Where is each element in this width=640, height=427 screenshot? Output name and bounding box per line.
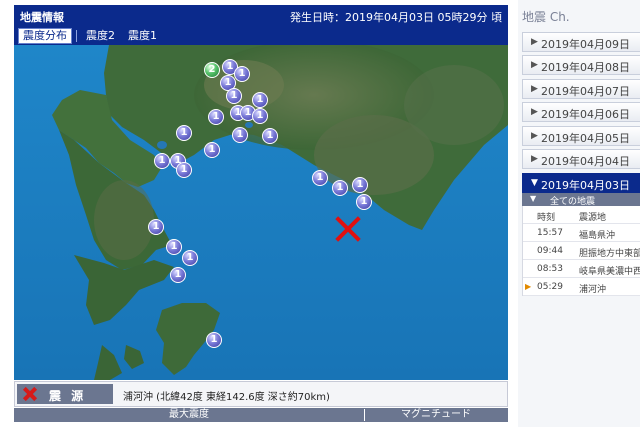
- occurrence-time-label: 発生日時：: [290, 11, 346, 24]
- intensity-1-marker[interactable]: 1: [182, 250, 198, 266]
- intensity-1-marker[interactable]: 1: [352, 177, 368, 193]
- epicenter-label: 震 源: [49, 389, 87, 403]
- intensity-1-marker[interactable]: 1: [252, 108, 268, 124]
- date-item-0405[interactable]: ▶ 2019年04月05日: [522, 126, 640, 146]
- date-item-0403[interactable]: ▼ 2019年04月03日: [522, 173, 640, 193]
- date-item-0406[interactable]: ▶ 2019年04月06日: [522, 102, 640, 122]
- event-time: 08:53: [537, 264, 563, 274]
- triangle-right-icon: ▶: [531, 60, 538, 70]
- date-label: 2019年04月07日: [541, 85, 630, 98]
- intensity-1-marker[interactable]: 1: [170, 267, 186, 283]
- intensity-tabs: 震度分布 震度2 震度1: [14, 27, 508, 45]
- intensity-1-marker[interactable]: 1: [176, 162, 192, 178]
- intensity-1-marker[interactable]: 1: [234, 66, 250, 82]
- summary-header: 最大震度 マグニチュード: [14, 408, 508, 422]
- triangle-right-icon: ▶: [531, 37, 538, 47]
- event-place: 岐阜県美濃中西部: [579, 267, 640, 277]
- triangle-right-icon: ▶: [531, 84, 538, 94]
- event-time: 05:29: [537, 282, 563, 292]
- intensity-1-marker[interactable]: 1: [332, 180, 348, 196]
- earthquake-info-panel: 地震情報 発生日時：2019年04月03日 05時29分 頃 震度分布 震度2 …: [14, 0, 508, 427]
- intensity-1-marker[interactable]: 1: [208, 109, 224, 125]
- history-sidebar: 地震 Ch. ▶ 2019年04月09日 ▶ 2019年04月08日 ▶ 201…: [518, 0, 640, 427]
- list-item[interactable]: 08:53 岐阜県美濃中西部: [523, 260, 640, 278]
- epicenter-info: 震 源 浦河沖 (北緯42度 東経142.6度 深さ約70km): [14, 381, 508, 407]
- date-item-0404[interactable]: ▶ 2019年04月04日: [522, 149, 640, 169]
- event-time: 09:44: [537, 246, 563, 256]
- list-item[interactable]: 09:44 胆振地方中東部: [523, 242, 640, 260]
- date-label: 2019年04月05日: [541, 132, 630, 145]
- intensity-1-marker[interactable]: 1: [262, 128, 278, 144]
- date-label: 2019年04月06日: [541, 108, 630, 121]
- triangle-down-icon: ▼: [530, 194, 537, 203]
- triangle-down-icon: ▼: [531, 178, 538, 188]
- intensity-1-marker[interactable]: 1: [204, 142, 220, 158]
- epicenter-label-box: 震 源: [17, 384, 113, 404]
- tab-intensity-2[interactable]: 震度2: [82, 28, 119, 44]
- event-time: 15:57: [537, 228, 563, 238]
- event-place: 胆振地方中東部: [579, 249, 640, 259]
- list-header: 時刻 震源地: [523, 206, 640, 224]
- all-earthquakes-filter[interactable]: ▼ 全ての地震: [522, 193, 640, 207]
- sidebar-title: 地震 Ch.: [522, 10, 570, 24]
- epicenter-icon: [334, 215, 362, 243]
- epicenter-cross-icon: [22, 386, 38, 402]
- tab-separator: [76, 30, 77, 42]
- date-item-0407[interactable]: ▶ 2019年04月07日: [522, 79, 640, 99]
- intensity-map[interactable]: 2 1 1 1 1 1 1 1 1 1 1 1 1 1 1 1 1 1 1 1 …: [14, 45, 508, 380]
- list-item[interactable]: 15:57 福島県沖: [523, 224, 640, 242]
- time-column-header: 時刻: [537, 213, 556, 223]
- intensity-1-marker[interactable]: 1: [356, 194, 372, 210]
- intensity-1-marker[interactable]: 1: [226, 88, 242, 104]
- summary-separator: [364, 409, 365, 421]
- current-indicator-icon: ▶: [525, 282, 532, 291]
- triangle-right-icon: ▶: [531, 107, 538, 117]
- event-place: 福島県沖: [579, 231, 616, 241]
- intensity-1-marker[interactable]: 1: [232, 127, 248, 143]
- intensity-1-marker[interactable]: 1: [252, 92, 268, 108]
- place-column-header: 震源地: [579, 213, 607, 223]
- intensity-1-marker[interactable]: 1: [312, 170, 328, 186]
- triangle-right-icon: ▶: [531, 154, 538, 164]
- date-label: 2019年04月03日: [541, 179, 630, 192]
- magnitude-heading: マグニチュード: [401, 409, 471, 420]
- epicenter-details: 浦河沖 (北緯42度 東経142.6度 深さ約70km): [123, 392, 330, 403]
- tab-intensity-distribution[interactable]: 震度分布: [18, 28, 72, 44]
- intensity-1-marker[interactable]: 1: [148, 219, 164, 235]
- occurrence-time-value: 2019年04月03日 05時29分 頃: [345, 11, 502, 24]
- intensity-1-marker[interactable]: 1: [154, 153, 170, 169]
- intensity-1-marker[interactable]: 1: [176, 125, 192, 141]
- date-item-0409[interactable]: ▶ 2019年04月09日: [522, 32, 640, 52]
- earthquake-list: 時刻 震源地 15:57 福島県沖 09:44 胆振地方中東部 08:53 岐阜…: [522, 206, 640, 296]
- header-bar: 地震情報 発生日時：2019年04月03日 05時29分 頃: [14, 5, 508, 27]
- max-intensity-heading: 最大震度: [169, 409, 209, 420]
- triangle-right-icon: ▶: [531, 131, 538, 141]
- app-root: 地震情報 発生日時：2019年04月03日 05時29分 頃 震度分布 震度2 …: [0, 0, 640, 427]
- intensity-1-marker[interactable]: 1: [166, 239, 182, 255]
- tab-intensity-1[interactable]: 震度1: [124, 28, 161, 44]
- intensity-1-marker[interactable]: 1: [206, 332, 222, 348]
- date-label: 2019年04月09日: [541, 38, 630, 51]
- intensity-2-marker[interactable]: 2: [204, 62, 220, 78]
- date-item-0408[interactable]: ▶ 2019年04月08日: [522, 55, 640, 75]
- event-place: 浦河沖: [579, 285, 607, 295]
- date-label: 2019年04月08日: [541, 61, 630, 74]
- date-label: 2019年04月04日: [541, 155, 630, 168]
- occurrence-time: 発生日時：2019年04月03日 05時29分 頃: [290, 9, 502, 25]
- list-item-current[interactable]: ▶ 05:29 浦河沖: [523, 278, 640, 296]
- panel-title: 地震情報: [20, 11, 64, 24]
